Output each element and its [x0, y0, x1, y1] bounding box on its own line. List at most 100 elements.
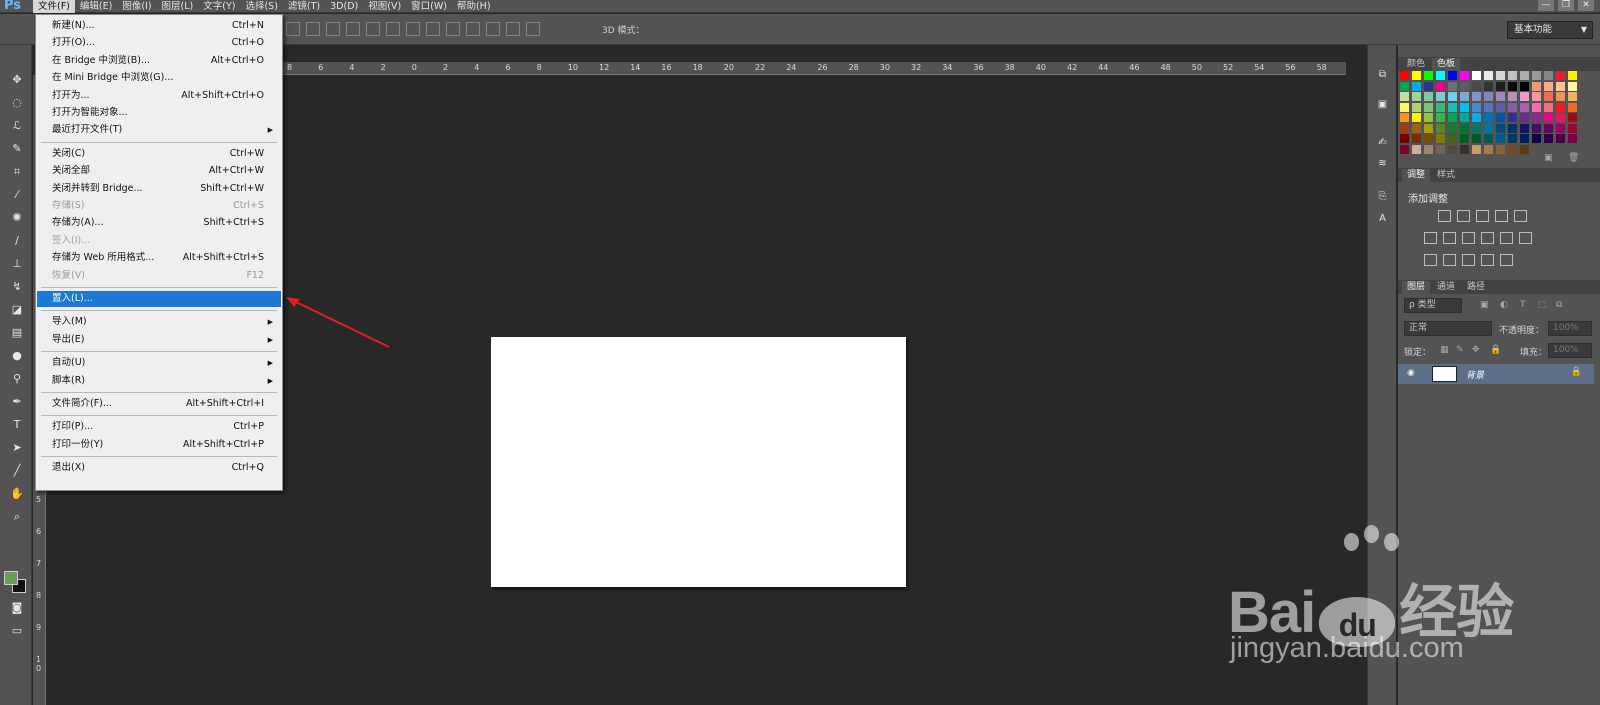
swatch[interactable] [1448, 92, 1457, 101]
hand-tool-icon[interactable]: ✋ [9, 487, 25, 501]
swatch[interactable] [1400, 102, 1409, 112]
file-menu-item[interactable]: 在 Mini Bridge 中浏览(G)... [37, 70, 281, 86]
swatch[interactable] [1460, 113, 1469, 122]
file-menu-item[interactable]: 新建(N)... Ctrl+N [37, 18, 281, 34]
swatch[interactable] [1448, 123, 1457, 133]
swatch[interactable] [1460, 123, 1469, 133]
lasso-tool-icon[interactable]: ℒ [9, 119, 25, 133]
swatch[interactable] [1556, 71, 1565, 80]
channel-mixer-icon[interactable] [1500, 232, 1513, 244]
fill-input[interactable]: 100% [1548, 343, 1592, 358]
align-right-icon[interactable] [386, 22, 400, 36]
swatch[interactable] [1472, 71, 1481, 80]
swatch[interactable] [1520, 102, 1529, 112]
clone-source-icon[interactable]: ⎘ [1375, 191, 1390, 205]
swatch[interactable] [1412, 123, 1421, 133]
pen-tool-icon[interactable]: ✒ [9, 395, 25, 409]
blur-tool-icon[interactable]: ● [9, 349, 25, 363]
distribute-middle-icon[interactable] [426, 22, 440, 36]
swatch[interactable] [1508, 123, 1517, 133]
swatch[interactable] [1424, 134, 1433, 143]
filter-adjust-icon[interactable]: ◐ [1500, 300, 1508, 310]
swatch[interactable] [1472, 134, 1481, 143]
swatch[interactable] [1400, 113, 1409, 122]
auto-align-icon[interactable] [526, 22, 540, 36]
swatch[interactable] [1400, 134, 1409, 143]
file-menu-item[interactable]: 导出(E) ▶ [37, 332, 281, 348]
clone-stamp-tool-icon[interactable]: ⊥ [9, 257, 25, 271]
file-menu-item[interactable]: 存储为(A)... Shift+Ctrl+S [37, 215, 281, 231]
swatch[interactable] [1472, 144, 1481, 154]
type-tool-icon[interactable]: T [9, 418, 25, 432]
swatch[interactable] [1460, 92, 1469, 101]
swatch[interactable] [1436, 81, 1445, 91]
distribute-bottom-icon[interactable] [446, 22, 460, 36]
properties-panel-icon[interactable]: ▣ [1375, 99, 1390, 113]
swatch[interactable] [1436, 134, 1445, 143]
blend-mode-select[interactable]: 正常 [1404, 321, 1492, 336]
file-menu-item[interactable]: 关闭并转到 Bridge... Shift+Ctrl+W [37, 181, 281, 197]
document-canvas[interactable] [491, 337, 906, 587]
opacity-input[interactable]: 100% [1548, 321, 1592, 336]
brush-panel-icon[interactable]: ✍ [1375, 137, 1390, 151]
swatch[interactable] [1460, 102, 1469, 112]
swatch[interactable] [1556, 134, 1565, 143]
vibrance-icon[interactable] [1514, 210, 1527, 222]
swatch[interactable] [1400, 81, 1409, 91]
quick-select-tool-icon[interactable]: ✎ [9, 142, 25, 156]
swatch[interactable] [1484, 71, 1493, 80]
file-menu-item[interactable]: 在 Bridge 中浏览(B)... Alt+Ctrl+O [37, 53, 281, 69]
swatch[interactable] [1448, 113, 1457, 122]
swatch[interactable] [1508, 92, 1517, 101]
eye-icon[interactable]: ◉ [1407, 368, 1415, 378]
swatch[interactable] [1496, 71, 1505, 80]
exposure-icon[interactable] [1495, 210, 1508, 222]
swatch[interactable] [1412, 102, 1421, 112]
gradient-tool-icon[interactable]: ▤ [9, 326, 25, 340]
swatch[interactable] [1436, 113, 1445, 122]
swatch[interactable] [1532, 71, 1541, 80]
swatch[interactable] [1412, 144, 1421, 154]
lock-all-icon[interactable]: 🔒 [1490, 345, 1501, 355]
menu-help[interactable]: 帮助(H) [452, 0, 496, 13]
swatch[interactable] [1412, 81, 1421, 91]
threshold-icon[interactable] [1462, 254, 1475, 266]
distribute-center-icon[interactable] [486, 22, 500, 36]
swatch[interactable] [1448, 71, 1457, 80]
tab-paths[interactable]: 路径 [1462, 281, 1490, 294]
tab-channels[interactable]: 通道 [1432, 281, 1460, 294]
dodge-tool-icon[interactable]: ⚲ [9, 372, 25, 386]
file-menu-item[interactable]: 关闭全部 Alt+Ctrl+W [37, 163, 281, 179]
swatch[interactable] [1544, 134, 1553, 143]
file-menu-item[interactable]: 关闭(C) Ctrl+W [37, 146, 281, 162]
swatch[interactable] [1496, 123, 1505, 133]
eraser-tool-icon[interactable]: ◪ [9, 303, 25, 317]
menu-file[interactable]: 文件(F) [33, 0, 75, 13]
swatch[interactable] [1424, 71, 1433, 80]
swatch[interactable] [1544, 123, 1553, 133]
file-menu-item[interactable]: 打印(P)... Ctrl+P [37, 419, 281, 435]
swatch[interactable] [1544, 81, 1553, 91]
filter-shape-icon[interactable]: ⬚ [1538, 300, 1547, 310]
swatch[interactable] [1472, 92, 1481, 101]
brightness-icon[interactable] [1438, 210, 1451, 222]
close-button[interactable]: ✕ [1578, 0, 1594, 11]
layer-row-background[interactable]: ◉ 背景 🔒 [1398, 364, 1594, 384]
swatch[interactable] [1520, 113, 1529, 122]
swatch[interactable] [1556, 81, 1565, 91]
swatch[interactable] [1448, 144, 1457, 154]
swatch[interactable] [1484, 92, 1493, 101]
new-swatch-icon[interactable]: ▣ [1544, 153, 1553, 163]
tab-swatches[interactable]: 色板 [1432, 58, 1461, 71]
photo-filter-icon[interactable] [1481, 232, 1494, 244]
eyedropper-tool-icon[interactable]: ⁄ [9, 188, 25, 202]
tab-layers[interactable]: 图层 [1402, 281, 1431, 294]
file-menu-item[interactable]: 打开为... Alt+Shift+Ctrl+O [37, 88, 281, 104]
file-menu-item[interactable]: 存储为 Web 所用格式... Alt+Shift+Ctrl+S [37, 250, 281, 266]
swatch[interactable] [1484, 113, 1493, 122]
maximize-button[interactable]: ❐ [1558, 0, 1574, 11]
filter-pixel-icon[interactable]: ▣ [1480, 300, 1489, 310]
swatch[interactable] [1436, 71, 1445, 80]
swatch[interactable] [1544, 113, 1553, 122]
brush-presets-icon[interactable]: ≋ [1375, 158, 1390, 172]
